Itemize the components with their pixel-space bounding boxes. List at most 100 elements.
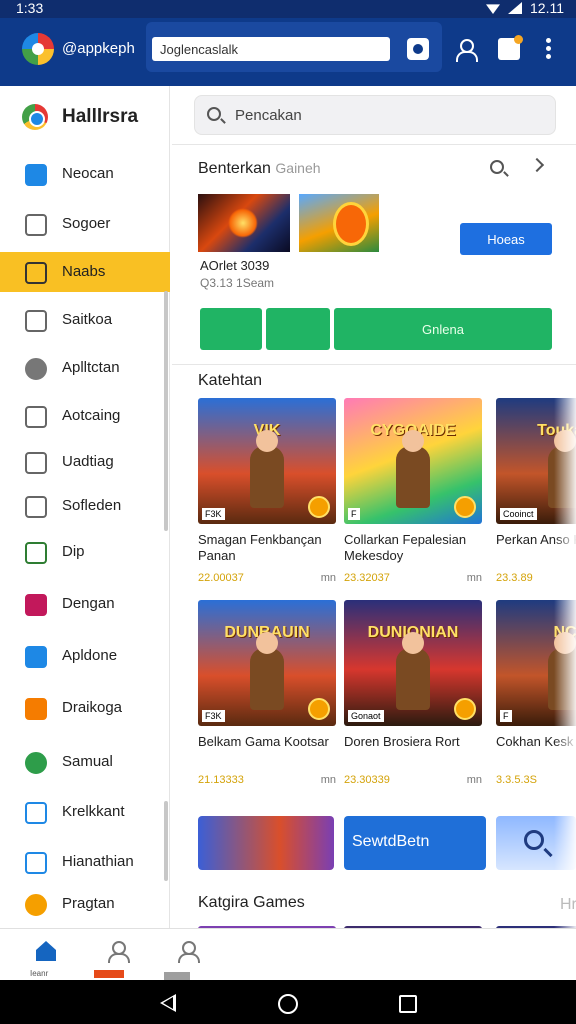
home-circle-icon[interactable] bbox=[278, 994, 298, 1014]
app-logo-icon[interactable] bbox=[22, 33, 54, 65]
game-card[interactable]: VIKF3K Smagan Fenkbançan Panan 22.00037 mn bbox=[198, 398, 336, 584]
wifi-icon bbox=[486, 4, 500, 14]
game-art[interactable]: DUNIONIANGonaot bbox=[344, 600, 482, 726]
game-card[interactable]: DUNIONIANGonaot Doren Brosiera Rort 23.303… bbox=[344, 600, 482, 786]
person-icon[interactable] bbox=[454, 38, 478, 62]
sidebar-item[interactable]: Saitkoa bbox=[0, 300, 170, 340]
green-install-button[interactable]: Gnlena bbox=[334, 308, 552, 350]
game-rating-tag: Gonaot bbox=[348, 710, 384, 722]
status-icons: 12.11 bbox=[486, 0, 564, 16]
featured-app-name: AOrlet 3039 bbox=[200, 258, 270, 273]
coin-icon bbox=[454, 496, 476, 518]
sidebar-item-label: Saitkoa bbox=[62, 311, 113, 328]
camera-icon[interactable] bbox=[407, 38, 429, 60]
game-name: Collarkan Fepalesian Mekesdoy bbox=[344, 532, 467, 563]
landscape-icon bbox=[25, 852, 47, 874]
sidebar-item[interactable]: Apldone bbox=[0, 636, 170, 676]
game-art[interactable]: DUNBAUINF3K bbox=[198, 600, 336, 726]
featured-thumbnail-secondary[interactable] bbox=[299, 194, 379, 252]
game-meta-unit: mn bbox=[466, 774, 482, 786]
bag-icon[interactable] bbox=[498, 35, 523, 60]
palette-icon bbox=[25, 358, 47, 380]
featured-subtitle: Gaineh bbox=[275, 160, 321, 176]
sidebar-item-label: Dengan bbox=[62, 595, 115, 612]
main-search-bar[interactable]: Pencakan bbox=[194, 95, 556, 135]
banner-text: SewtdBetn bbox=[352, 833, 430, 850]
featured-thumbnail[interactable] bbox=[198, 194, 290, 252]
game-meta: 22.00037 mn bbox=[198, 572, 336, 584]
game-art[interactable]: VIKF3K bbox=[198, 398, 336, 524]
game-rating-tag: Cooinct bbox=[500, 508, 537, 520]
sidebar-item-label: Pragtan bbox=[62, 895, 115, 912]
game-card[interactable]: DUNBAUINF3K Belkam Gama Kootsar 21.13333 mn bbox=[198, 600, 336, 786]
chevron-right-icon[interactable] bbox=[529, 157, 545, 173]
search-icon bbox=[207, 107, 221, 121]
sidebar-title: Halllrsra bbox=[62, 106, 139, 127]
promo-banner[interactable] bbox=[198, 816, 334, 870]
sidebar-item[interactable]: Draikoga bbox=[0, 688, 170, 728]
trend-icon bbox=[25, 542, 47, 564]
sidebar-scrollbar-lower[interactable] bbox=[164, 801, 168, 881]
game-meta-value: 22.00037 bbox=[198, 572, 244, 584]
arrow-icon bbox=[25, 752, 47, 774]
sidebar-item-label: Neocan bbox=[62, 165, 114, 182]
recents-icon[interactable] bbox=[399, 995, 417, 1013]
account-name[interactable]: @appkeph bbox=[62, 40, 135, 57]
game-meta-value: 23.30339 bbox=[344, 774, 390, 786]
search-input[interactable] bbox=[152, 37, 390, 61]
promo-banner-text[interactable]: SewtdBetn bbox=[344, 816, 486, 870]
character-art bbox=[396, 632, 430, 710]
sidebar-item[interactable]: Neocan bbox=[0, 154, 170, 194]
featured-action-button[interactable]: Hoeas bbox=[460, 223, 552, 255]
sidebar-scrollbar[interactable] bbox=[164, 291, 168, 531]
user-icon bbox=[178, 941, 200, 963]
game-meta-value: 23.32037 bbox=[344, 572, 390, 584]
sidebar-item[interactable]: Aplltctan bbox=[0, 348, 170, 388]
sidebar-item[interactable]: Krelkkant bbox=[0, 792, 170, 832]
search-icon[interactable] bbox=[490, 160, 504, 174]
green-segment-button[interactable] bbox=[200, 308, 262, 350]
status-bar: 1:33 12.11 bbox=[0, 0, 576, 18]
signal-icon bbox=[508, 2, 522, 14]
sidebar-item-label: Samual bbox=[62, 753, 113, 770]
game-art[interactable]: CYGOAIDEF bbox=[344, 398, 482, 524]
divider bbox=[172, 364, 576, 365]
character-art bbox=[250, 632, 284, 710]
game-meta-unit: mn bbox=[320, 774, 336, 786]
sidebar-item[interactable]: Hianathian bbox=[0, 842, 170, 882]
system-nav-bar bbox=[0, 980, 576, 1024]
home-icon bbox=[36, 941, 56, 961]
sidebar-item[interactable]: Uadtiag bbox=[0, 442, 170, 482]
sidebar-item[interactable]: Samual bbox=[0, 742, 170, 782]
character-art bbox=[250, 430, 284, 508]
check-icon bbox=[25, 802, 47, 824]
sidebar-item-label: Sofleden bbox=[62, 497, 122, 514]
sidebar-item[interactable]: Dip bbox=[0, 532, 170, 572]
sidebar-item-label: Dip bbox=[62, 543, 85, 560]
shield-icon bbox=[25, 496, 47, 518]
tab-label: Ieanr bbox=[30, 969, 49, 978]
game-meta-unit: mn bbox=[466, 572, 482, 584]
divider bbox=[172, 144, 576, 145]
edge-text: Hr bbox=[560, 896, 576, 913]
game-rating-tag: F bbox=[500, 710, 512, 722]
sidebar-item[interactable]: Sofleden bbox=[0, 486, 170, 526]
sidebar-item-label: Krelkkant bbox=[62, 803, 125, 820]
more-vert-icon[interactable] bbox=[546, 38, 552, 60]
featured-title: Benterkan Gaineh bbox=[198, 160, 321, 178]
game-rating-tag: F3K bbox=[202, 710, 225, 722]
sidebar-item[interactable]: Sogoer bbox=[0, 204, 170, 244]
status-time: 1:33 bbox=[16, 0, 44, 16]
sidebar-item[interactable]: Pragtan bbox=[0, 884, 170, 924]
user-icon bbox=[108, 941, 130, 963]
game-card[interactable]: CYGOAIDEF Collarkan Fepalesian Mekesdoy 23… bbox=[344, 398, 482, 584]
section-title: Katehtan bbox=[198, 372, 263, 389]
sidebar-item[interactable]: Naabs bbox=[0, 252, 170, 292]
sidebar-item[interactable]: Aotcaing bbox=[0, 396, 170, 436]
sidebar-item[interactable]: Dengan bbox=[0, 584, 170, 624]
tab-home[interactable]: Ieanr bbox=[8, 929, 68, 981]
game-rating-tag: F3K bbox=[202, 508, 225, 520]
back-icon[interactable] bbox=[160, 994, 176, 1012]
game-name: Smagan Fenkbançan Panan bbox=[198, 532, 322, 563]
green-segment-button[interactable] bbox=[266, 308, 330, 350]
